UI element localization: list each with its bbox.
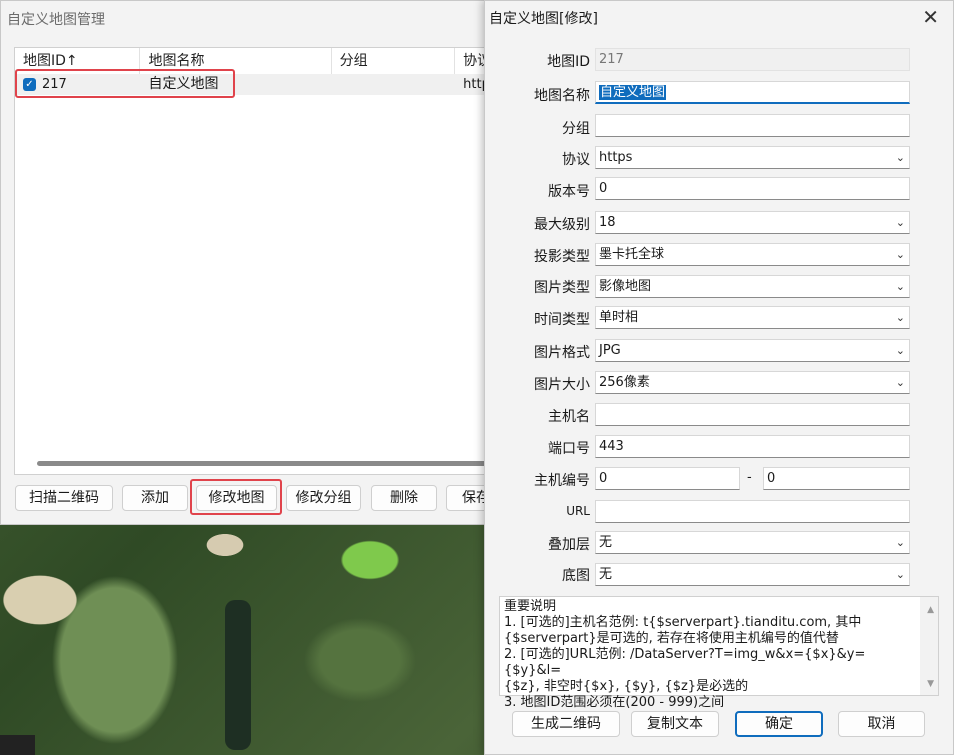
column-header-group[interactable]: 分组 [332,48,456,74]
cell-group [332,74,455,95]
close-icon[interactable]: ✕ [922,5,939,29]
label-time-type: 时间类型 [534,312,590,328]
label-group: 分组 [562,121,590,137]
edit-map-dialog: 自定义地图[修改] ✕ 地图ID 217 地图名称 自定义地图 分组 协议 ht… [484,0,954,755]
label-image-format: 图片格式 [534,345,590,361]
delete-button[interactable]: 删除 [371,485,437,511]
version-field[interactable]: 0 [595,177,910,200]
host-num-separator: - [747,470,752,485]
cancel-button[interactable]: 取消 [838,711,925,737]
chevron-down-icon: ⌄ [895,536,905,549]
label-port: 端口号 [548,441,590,457]
time-type-select[interactable]: 单时相 ⌄ [595,306,910,329]
image-type-select[interactable]: 影像地图 ⌄ [595,275,910,298]
row-highlight-box [15,69,235,98]
generate-qr-button[interactable]: 生成二维码 [512,711,620,737]
host-num-to-field[interactable]: 0 [763,467,910,490]
chevron-down-icon: ⌄ [895,568,905,581]
modify-group-button[interactable]: 修改分组 [286,485,361,511]
url-field[interactable] [595,500,910,523]
label-host: 主机名 [548,409,590,425]
notes-title: 重要说明 [504,599,557,614]
scroll-down-icon[interactable]: ▼ [927,676,934,692]
label-protocol: 协议 [562,152,590,168]
map-name-field[interactable]: 自定义地图 [595,81,910,104]
chevron-down-icon: ⌄ [895,344,905,357]
chevron-down-icon: ⌄ [895,216,905,229]
label-map-id: 地图ID [547,54,590,70]
base-select[interactable]: 无 ⌄ [595,563,910,586]
add-button[interactable]: 添加 [122,485,188,511]
label-base: 底图 [562,568,590,584]
chevron-down-icon: ⌄ [895,280,905,293]
notes-line: {$serverpart}是可选的, 若存在将使用主机编号的值代替 [504,631,839,646]
protocol-select[interactable]: https ⌄ [595,146,910,169]
host-field[interactable] [595,403,910,426]
label-image-size: 图片大小 [534,377,590,393]
max-level-select[interactable]: 18 ⌄ [595,211,910,234]
label-host-num: 主机编号 [534,473,590,489]
label-projection: 投影类型 [534,249,590,265]
label-version: 版本号 [548,184,590,200]
map-corner [0,735,35,755]
horizontal-scrollbar[interactable] [37,461,492,466]
ok-button[interactable]: 确定 [735,711,823,737]
group-field[interactable] [595,114,910,137]
label-map-name: 地图名称 [534,88,590,104]
chevron-down-icon: ⌄ [895,151,905,164]
overlay-select[interactable]: 无 ⌄ [595,531,910,554]
copy-text-button[interactable]: 复制文本 [631,711,719,737]
map-manager-window: 自定义地图管理 地图ID↑ 地图名称 分组 协议 ✓ 217 自定义地图 http… [0,0,501,525]
scroll-up-icon[interactable]: ▲ [927,602,934,618]
map-id-field: 217 [595,48,910,71]
image-format-select[interactable]: JPG ⌄ [595,339,910,362]
label-image-type: 图片类型 [534,280,590,296]
map-table[interactable]: 地图ID↑ 地图名称 分组 协议 ✓ 217 自定义地图 https [14,47,501,475]
notes-line: {$z}, 非空时{$x}, {$y}, {$z}是必选的 [504,679,749,694]
notes-line: 1. [可选的]主机名范例: t{$serverpart}.tianditu.c… [504,615,862,630]
notes-line: 3. 地图ID范围必须在(200 - 999)之间 [504,695,725,710]
host-num-from-field[interactable]: 0 [595,467,740,490]
label-overlay: 叠加层 [548,537,590,553]
label-url: URL [566,504,590,518]
button-highlight-box [190,479,282,515]
dialog-title: 自定义地图[修改] [489,11,598,27]
chevron-down-icon: ⌄ [895,376,905,389]
chevron-down-icon: ⌄ [895,311,905,324]
port-field[interactable]: 443 [595,435,910,458]
scan-qr-button[interactable]: 扫描二维码 [15,485,113,511]
image-size-select[interactable]: 256像素 ⌄ [595,371,910,394]
label-max-level: 最大级别 [534,217,590,233]
window-title: 自定义地图管理 [7,12,105,28]
map-water [225,600,251,750]
notes-textarea[interactable]: 重要说明 1. [可选的]主机名范例: t{$serverpart}.tiand… [499,596,939,710]
chevron-down-icon: ⌄ [895,248,905,261]
projection-select[interactable]: 墨卡托全球 ⌄ [595,243,910,266]
notes-line: 2. [可选的]URL范例: /DataServer?T=img_w&x={$x… [504,647,866,678]
